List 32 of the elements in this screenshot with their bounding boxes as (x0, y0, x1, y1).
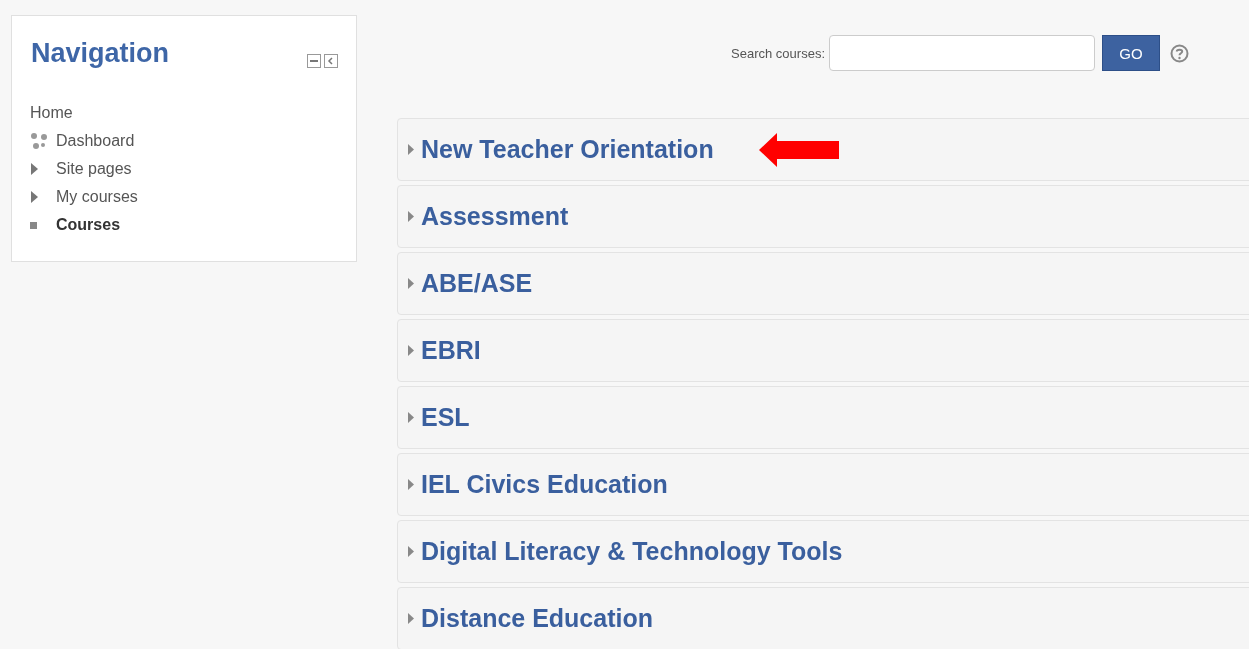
search-label: Search courses: (731, 45, 825, 61)
expand-arrow-icon[interactable] (408, 412, 414, 423)
help-icon[interactable] (1170, 43, 1189, 63)
expand-arrow-icon[interactable] (408, 613, 414, 624)
bullet-icon (30, 221, 37, 229)
nav-item[interactable]: My courses (56, 188, 138, 206)
expand-arrow-icon[interactable] (408, 144, 414, 155)
dashboard-icon (30, 132, 48, 150)
category-link[interactable]: ESL (421, 403, 470, 432)
expand-arrow-icon[interactable] (30, 163, 38, 175)
category-link[interactable]: New Teacher Orientation (421, 135, 714, 164)
go-button[interactable]: GO (1102, 35, 1160, 71)
expand-arrow-icon[interactable] (408, 211, 414, 222)
dock-icon[interactable] (324, 54, 338, 68)
block-title: Navigation (31, 38, 170, 69)
minimize-icon[interactable] (307, 54, 321, 68)
category-link[interactable]: ABE/ASE (421, 269, 533, 298)
expand-arrow-icon[interactable] (408, 479, 414, 490)
expand-arrow-icon[interactable] (30, 191, 38, 203)
nav-item[interactable]: Site pages (56, 160, 132, 178)
expand-arrow-icon[interactable] (408, 345, 414, 356)
nav-item[interactable]: Courses (56, 216, 121, 234)
nav-item[interactable]: Home (30, 104, 73, 122)
category-link[interactable]: Assessment (421, 202, 569, 231)
expand-arrow-icon[interactable] (408, 278, 414, 289)
nav-item[interactable]: Dashboard (56, 132, 135, 150)
category-link[interactable]: Distance Education (421, 604, 653, 633)
category-link[interactable]: EBRI (421, 336, 481, 365)
category-link[interactable]: Digital Literacy & Technology Tools (421, 537, 843, 566)
search-field[interactable] (829, 35, 1095, 71)
category-link[interactable]: IEL Civics Education (421, 470, 668, 499)
expand-arrow-icon[interactable] (408, 546, 414, 557)
